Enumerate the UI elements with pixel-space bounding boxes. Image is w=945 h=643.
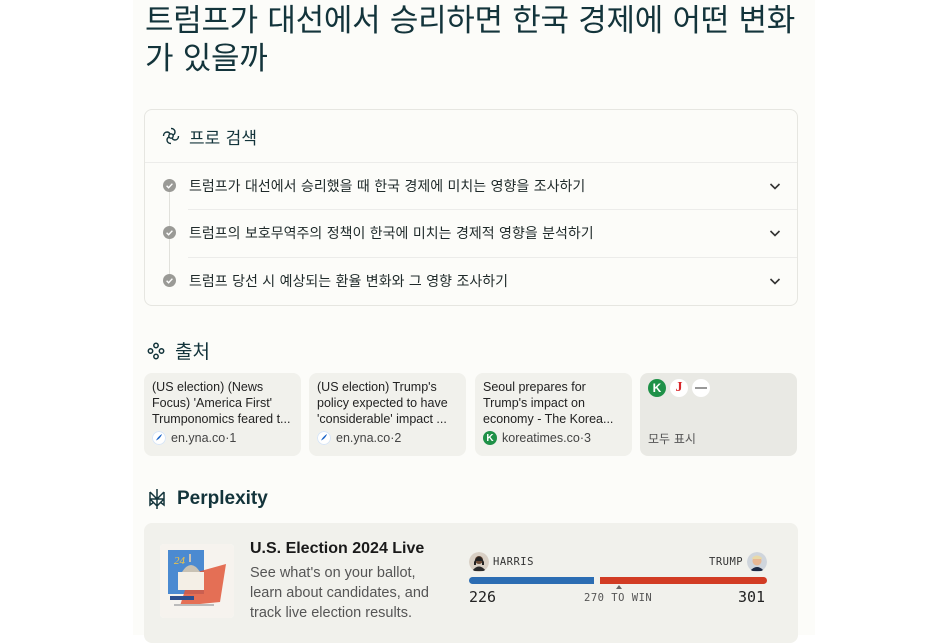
source-card[interactable]: Seoul prepares for Trump's impact on eco… [475,373,632,456]
check-icon [163,226,176,239]
source-meta: en.yna.co · 2 [317,431,401,445]
to-win-label: 270 TO WIN [584,592,653,604]
source-domain: koreatimes.co [502,431,580,445]
perplexity-title: Perplexity [177,488,268,509]
harris-label: HARRIS [493,556,534,568]
election-widget[interactable]: 24 U.S. Election 2024 Live See what's on… [144,523,798,643]
harris-candidate: HARRIS [469,552,534,572]
page-title: 트럼프가 대선에서 승리하면 한국 경제에 어떤 변화가 있을까 [145,3,795,77]
pro-search-panel: 프로 검색 트럼프가 대선에서 승리했을 때 한국 경제에 미치는 영향을 조사… [144,109,798,306]
trump-candidate: TRUMP [709,552,768,572]
harris-vote-bar [469,577,594,584]
check-icon [163,274,176,287]
generic-source-icon [692,379,710,397]
trump-vote-bar [600,577,767,584]
source-index: 3 [583,431,591,445]
show-all-label: 모두 표시 [648,432,696,446]
step-label: 트럼프의 보호무역주의 정책이 한국에 미치는 경제적 영향을 분석하기 [189,225,594,242]
pro-search-icon [162,127,180,145]
pro-search-step[interactable]: 트럼프 당선 시 예상되는 환율 변화와 그 영향 조사하기 [145,257,797,304]
election-title: U.S. Election 2024 Live [250,540,425,557]
chevron-down-icon[interactable] [769,275,781,287]
svg-text:24: 24 [174,555,186,567]
source-meta: K koreatimes.co · 3 [483,431,591,445]
koreatimes-icon: K [483,431,497,445]
perplexity-header: Perplexity [147,488,268,510]
chevron-down-icon[interactable] [769,180,781,192]
source-title: (US election) Trump's policy expected to… [317,380,448,426]
harris-votes: 226 [469,588,497,606]
source-icon-stack: K J [648,379,714,397]
trump-votes: 301 [738,588,766,606]
source-card[interactable]: (US election) Trump's policy expected to… [309,373,466,456]
source-index: 2 [394,431,402,445]
election-description: See what's on your ballot, learn about c… [250,565,429,621]
source-title: Seoul prepares for Trump's impact on eco… [483,380,614,426]
step-label: 트럼프가 대선에서 승리했을 때 한국 경제에 미치는 영향을 조사하기 [189,178,586,195]
pro-search-step[interactable]: 트럼프의 보호무역주의 정책이 한국에 미치는 경제적 영향을 분석하기 [145,209,797,256]
source-domain: en.yna.co [171,431,226,445]
pro-search-step[interactable]: 트럼프가 대선에서 승리했을 때 한국 경제에 미치는 영향을 조사하기 [145,162,797,209]
sources-title: 출처 [175,341,210,363]
source-card[interactable]: (US election) (News Focus) 'America Firs… [144,373,301,456]
yna-icon [317,431,331,445]
source-title: (US election) (News Focus) 'America Firs… [152,380,291,426]
show-all-sources-button[interactable]: K J 모두 표시 [640,373,797,456]
source-domain: en.yna.co [336,431,391,445]
check-icon [163,179,176,192]
source-index: 1 [229,431,237,445]
election-thumbnail: 24 [160,544,234,618]
koreatimes-icon: K [648,379,666,397]
chevron-down-icon[interactable] [769,227,781,239]
win-threshold-marker [616,585,622,589]
step-label: 트럼프 당선 시 예상되는 환율 변화와 그 영향 조사하기 [189,273,508,290]
sources-header: 출처 [147,337,210,364]
harris-avatar [469,552,489,572]
yna-icon [152,431,166,445]
source-meta: en.yna.co · 1 [152,431,236,445]
trump-avatar [747,552,768,572]
pro-search-title: 프로 검색 [189,128,257,149]
trump-label: TRUMP [709,556,744,568]
answer-page: 트럼프가 대선에서 승리하면 한국 경제에 어떤 변화가 있을까 프로 검색 트… [133,0,815,643]
pro-search-header: 프로 검색 [161,123,257,149]
sources-icon [147,342,165,359]
joongang-icon: J [670,379,688,397]
perplexity-logo-icon [149,489,165,509]
